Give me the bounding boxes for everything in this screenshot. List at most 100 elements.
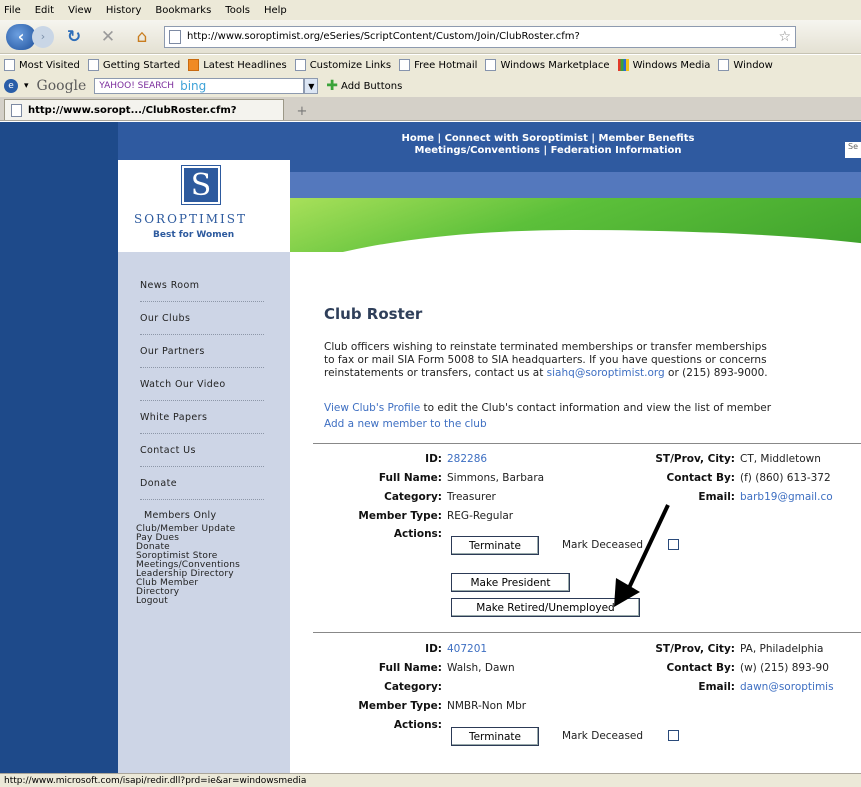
members-only-links: Club/Member Update Pay Dues Donate Sorop… bbox=[136, 525, 240, 606]
sidebar-item-white-papers[interactable]: White Papers bbox=[140, 401, 264, 434]
sidebar-item-donate[interactable]: Donate bbox=[140, 467, 264, 500]
add-buttons-label: Add Buttons bbox=[341, 80, 403, 92]
members-only-heading: Members Only bbox=[144, 510, 217, 521]
bing-brand: bing bbox=[180, 79, 207, 93]
address-bar[interactable]: http://www.soroptimist.org/eSeries/Scrip… bbox=[164, 25, 796, 48]
menu-history[interactable]: History bbox=[106, 5, 142, 16]
windows-logo-icon bbox=[617, 59, 629, 71]
bookmark-windows-media[interactable]: Windows Media bbox=[617, 59, 711, 71]
sidebar-item-our-partners[interactable]: Our Partners bbox=[140, 335, 264, 368]
id-label: ID: bbox=[425, 453, 442, 465]
actions-label: Actions: bbox=[393, 719, 442, 731]
page-icon bbox=[169, 29, 181, 44]
bookmark-most-visited[interactable]: Most Visited bbox=[4, 59, 80, 71]
id-label: ID: bbox=[425, 643, 442, 655]
bookmarks-toolbar: Most Visited Getting Started Latest Head… bbox=[0, 55, 861, 75]
toolbar-logo-icon[interactable]: e bbox=[4, 79, 18, 93]
bookmark-free-hotmail[interactable]: Free Hotmail bbox=[399, 59, 477, 71]
members-link-logout[interactable]: Logout bbox=[136, 597, 240, 606]
page-icon bbox=[294, 59, 306, 71]
bookmark-label: Latest Headlines bbox=[203, 59, 287, 71]
full-name-label: Full Name: bbox=[378, 472, 442, 484]
forward-button[interactable]: › bbox=[32, 25, 54, 48]
menu-help[interactable]: Help bbox=[264, 5, 287, 16]
email-link[interactable]: dawn@soroptimis bbox=[740, 681, 834, 693]
email-link[interactable]: barb19@gmail.co bbox=[740, 491, 833, 503]
top-nav-line-2[interactable]: Meetings/Conventions | Federation Inform… bbox=[358, 145, 738, 157]
menu-bookmarks[interactable]: Bookmarks bbox=[155, 5, 211, 16]
top-nav-line-1[interactable]: Home | Connect with Soroptimist | Member… bbox=[358, 133, 738, 145]
bookmark-label: Window bbox=[733, 59, 773, 71]
bookmark-window[interactable]: Window bbox=[718, 59, 773, 71]
toolbar-search-input[interactable]: YAHOO! SEARCH bing bbox=[94, 78, 305, 94]
mark-deceased-checkbox[interactable] bbox=[668, 730, 679, 741]
menu-bar: File Edit View History Bookmarks Tools H… bbox=[0, 0, 861, 20]
tab-club-roster[interactable]: http://www.sоropt.../ClubRoster.cfm? bbox=[4, 99, 284, 120]
menu-tools[interactable]: Tools bbox=[225, 5, 250, 16]
st-prov-city-value: PA, Philadelphia bbox=[740, 643, 824, 655]
st-prov-city-label: ST/Prov, City: bbox=[655, 643, 735, 655]
add-member-link[interactable]: Add a new member to the club bbox=[324, 418, 487, 430]
top-navigation[interactable]: Home | Connect with Soroptimist | Member… bbox=[358, 133, 738, 157]
bookmark-star-icon[interactable]: ☆ bbox=[778, 29, 791, 45]
url-text: http://www.soroptimist.org/eSeries/Scrip… bbox=[187, 31, 580, 42]
logo-wordmark: SOROPTIMIST bbox=[134, 212, 248, 226]
make-president-button[interactable]: Make President bbox=[451, 573, 570, 592]
soroptimist-logo[interactable]: S SOROPTIMIST Best for Women bbox=[118, 160, 290, 252]
home-icon[interactable]: ⌂ bbox=[128, 25, 156, 49]
headquarters-email-link[interactable]: siahq@soroptimist.org bbox=[547, 367, 665, 379]
st-prov-city-label: ST/Prov, City: bbox=[655, 453, 735, 465]
category-value: Treasurer bbox=[447, 491, 496, 503]
terminate-button[interactable]: Terminate bbox=[451, 727, 539, 746]
intro-line-3: reinstatements or transfers, contact us … bbox=[324, 367, 544, 379]
google-brand: Google bbox=[36, 78, 87, 94]
menu-view[interactable]: View bbox=[68, 5, 92, 16]
intro-phone: or (215) 893-9000. bbox=[664, 367, 768, 379]
mark-deceased-checkbox[interactable] bbox=[668, 539, 679, 550]
bookmark-latest-headlines[interactable]: Latest Headlines bbox=[188, 59, 287, 71]
page-icon bbox=[485, 59, 497, 71]
add-member-line: Add a new member to the club bbox=[324, 418, 487, 430]
member-type-value: REG-Regular bbox=[447, 510, 514, 522]
bookmark-windows-marketplace[interactable]: Windows Marketplace bbox=[485, 59, 610, 71]
tab-title: http://www.sоropt.../ClubRoster.cfm? bbox=[28, 104, 237, 116]
contact-by-label: Contact By: bbox=[666, 662, 735, 674]
add-buttons-button[interactable]: ✚ Add Buttons bbox=[326, 78, 402, 94]
member-type-label: Member Type: bbox=[358, 510, 442, 522]
view-club-profile-link[interactable]: View Club's Profile bbox=[324, 402, 420, 414]
email-label: Email: bbox=[698, 491, 735, 503]
search-dropdown-icon[interactable]: ▼ bbox=[304, 78, 319, 94]
menu-file[interactable]: File bbox=[4, 5, 21, 16]
search-toolbar: e ▾ Google YAHOO! SEARCH bing ▼ ✚ Add But… bbox=[0, 75, 861, 97]
logo-tagline: Best for Women bbox=[153, 230, 235, 240]
sidebar-item-watch-video[interactable]: Watch Our Video bbox=[140, 368, 264, 401]
new-tab-button[interactable]: + bbox=[288, 102, 316, 120]
member-id-link[interactable]: 407201 bbox=[447, 643, 487, 655]
bookmark-label: Windows Media bbox=[632, 59, 711, 71]
terminate-button[interactable]: Terminate bbox=[451, 536, 539, 555]
navigation-toolbar: ‹ › ↻ ✕ ⌂ http://www.soroptimist.org/eSe… bbox=[0, 20, 861, 54]
site-search-input[interactable]: Se bbox=[845, 142, 861, 158]
sidebar-item-our-clubs[interactable]: Our Clubs bbox=[140, 302, 264, 335]
plus-icon: ✚ bbox=[326, 78, 339, 94]
full-name-value: Simmons, Barbara bbox=[447, 472, 545, 484]
page-icon bbox=[87, 59, 99, 71]
reload-icon[interactable]: ↻ bbox=[60, 25, 88, 49]
logo-mark: S bbox=[181, 165, 221, 205]
member-id-link[interactable]: 282286 bbox=[447, 453, 487, 465]
make-retired-button[interactable]: Make Retired/Unemployed bbox=[451, 598, 640, 617]
bookmark-label: Getting Started bbox=[102, 59, 181, 71]
sidebar-item-contact-us[interactable]: Contact Us bbox=[140, 434, 264, 467]
actions-label: Actions: bbox=[393, 528, 442, 540]
full-name-value: Walsh, Dawn bbox=[447, 662, 515, 674]
email-label: Email: bbox=[698, 681, 735, 693]
toolbar-dropdown-icon[interactable]: ▾ bbox=[24, 81, 29, 91]
bookmark-customize-links[interactable]: Customize Links bbox=[294, 59, 391, 71]
menu-edit[interactable]: Edit bbox=[35, 5, 54, 16]
sidebar-item-news-room[interactable]: News Room bbox=[140, 269, 264, 302]
bookmark-label: Windows Marketplace bbox=[500, 59, 610, 71]
intro-line-2: to fax or mail SIA Form 5008 to SIA head… bbox=[324, 354, 767, 366]
stop-icon[interactable]: ✕ bbox=[94, 25, 122, 49]
bookmark-folder-icon bbox=[4, 59, 15, 71]
bookmark-getting-started[interactable]: Getting Started bbox=[87, 59, 181, 71]
